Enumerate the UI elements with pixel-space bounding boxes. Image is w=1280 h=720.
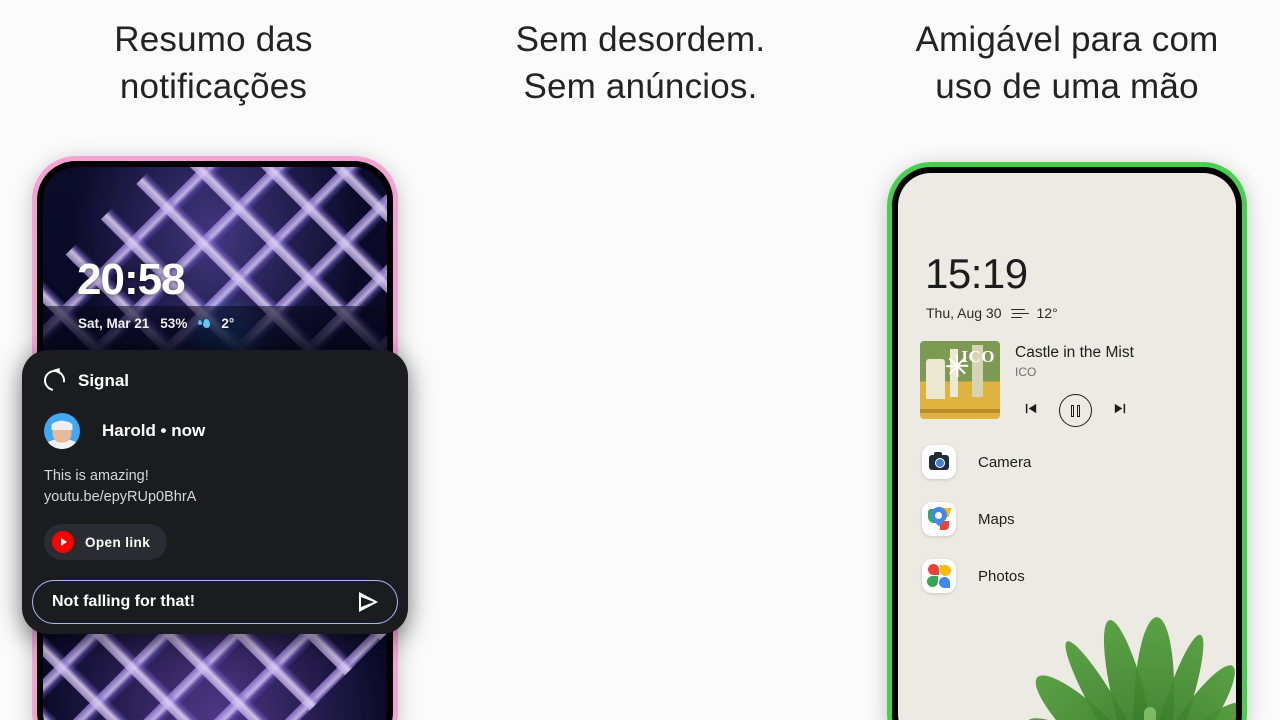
headline-line-1: Amigável para com [915,20,1219,59]
notification-message: This is amazing! youtu.be/epyRUp0BhrA [44,466,386,507]
avatar [44,413,80,449]
notification-app-name: Signal [78,370,130,390]
panel-headline-2: Sem desordem. Sem anúncios. [427,16,854,111]
screenshot-stage: Resumo das notificações 20:58 Sat, Mar 2… [0,0,1280,720]
notification-message-line2: youtu.be/epyRUp0BhrA [44,488,197,505]
lockscreen-date: Sat, Mar 21 [78,316,150,331]
lockscreen-battery: 53% [160,316,188,331]
headline-line-2: uso de uma mão [935,67,1199,107]
signal-icon [39,365,70,396]
notification-sender: Harold • now [102,421,206,440]
reply-input[interactable]: Not falling for that! [52,593,195,611]
feature-panel-one-handed: Amigável para com uso de uma mão ClockCh… [854,0,1280,720]
headline-line-1: Sem desordem. [515,20,766,59]
lockscreen-clock: 20:58 [77,255,186,304]
rain-drop-icon [198,318,211,329]
lockscreen-temperature: 2° [221,316,235,331]
headline-line-1: Resumo das [114,20,313,59]
notification-header: Signal [39,365,386,396]
panel-headline-3: Amigável para com uso de uma mão [854,16,1280,111]
open-link-button[interactable]: Open link [44,524,168,561]
reply-input-row[interactable]: Not falling for that! [32,580,398,625]
notification-sender-row: Harold • now [44,413,386,449]
open-link-label: Open link [85,534,151,550]
notification-message-line1: This is amazing! [44,468,149,484]
panel-headline-1: Resumo das notificações [0,16,427,111]
youtube-icon [52,531,74,554]
send-icon[interactable] [359,592,378,613]
feature-panel-notifications: Resumo das notificações 20:58 Sat, Mar 2… [0,0,427,720]
feature-panel-clutter-free: Sem desordem. Sem anúncios. 15:19 Thu, A… [427,0,1247,720]
headline-line-2: notificações [119,67,308,107]
signal-notification-card[interactable]: Signal Harold • now This is amazing! you… [22,350,408,635]
headline-line-2: Sem anúncios. [523,67,758,107]
lockscreen-status-row: Sat, Mar 21 53% 2° [78,316,234,331]
